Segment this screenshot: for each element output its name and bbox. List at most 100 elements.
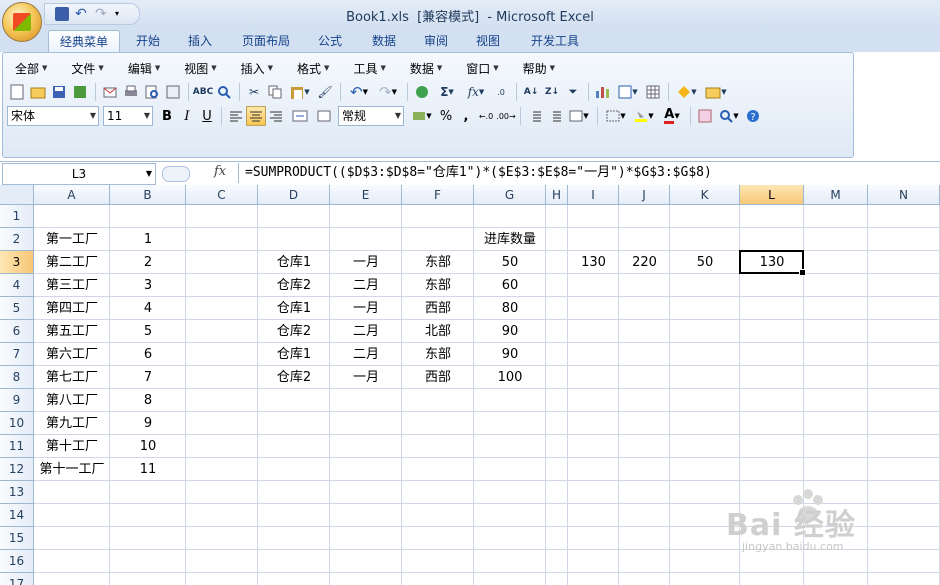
cell-d7[interactable]: 仓库1 <box>258 343 330 366</box>
column-header-j[interactable]: J <box>619 185 670 205</box>
help-icon[interactable]: ? <box>743 106 763 126</box>
cell-b8[interactable]: 7 <box>110 366 186 389</box>
cell-k3[interactable]: 50 <box>670 251 740 274</box>
cell-f7[interactable]: 东部 <box>402 343 474 366</box>
cell-style-icon[interactable]: ▼ <box>565 106 593 126</box>
cell-e3[interactable]: 一月 <box>330 251 402 274</box>
comma-style-icon[interactable]: , <box>456 106 476 126</box>
cell-b3[interactable]: 2 <box>110 251 186 274</box>
tab-classic-menu[interactable]: 经典菜单 <box>48 30 120 53</box>
cell-a12[interactable]: 第十一工厂 <box>34 458 110 481</box>
font-name-select[interactable]: 宋体 ▼ <box>7 106 99 126</box>
cell-a7[interactable]: 第六工厂 <box>34 343 110 366</box>
column-header-k[interactable]: K <box>670 185 740 205</box>
folder-icon[interactable]: ▼ <box>702 82 730 102</box>
column-header-e[interactable]: E <box>330 185 402 205</box>
menu-edit[interactable]: 编辑 ▼ <box>120 59 168 77</box>
cell-d8[interactable]: 仓库2 <box>258 366 330 389</box>
borders-icon[interactable]: ▼ <box>602 106 630 126</box>
font-size-select[interactable]: 11 ▼ <box>103 106 153 126</box>
cell-e4[interactable]: 二月 <box>330 274 402 297</box>
email-icon[interactable] <box>100 82 120 102</box>
bold-button[interactable]: B <box>157 106 177 126</box>
increase-indent-icon[interactable] <box>545 106 565 126</box>
column-header-m[interactable]: M <box>804 185 868 205</box>
decrease-indent-icon[interactable] <box>525 106 545 126</box>
cell-b2[interactable]: 1 <box>110 228 186 251</box>
column-header-g[interactable]: G <box>474 185 546 205</box>
row-header-10[interactable]: 10 <box>0 412 34 435</box>
menu-file[interactable]: 文件 ▼ <box>63 59 111 77</box>
row-header-9[interactable]: 9 <box>0 389 34 412</box>
name-box[interactable]: L3 ▼ <box>2 163 156 185</box>
column-header-n[interactable]: N <box>868 185 940 205</box>
row-header-5[interactable]: 5 <box>0 297 34 320</box>
cell-j3[interactable]: 220 <box>619 251 670 274</box>
column-header-b[interactable]: B <box>110 185 186 205</box>
cell-b10[interactable]: 9 <box>110 412 186 435</box>
insert-function-button[interactable]: fx <box>214 164 226 179</box>
autosum-icon[interactable]: Σ ▼ <box>433 82 461 102</box>
percent-icon[interactable]: % <box>436 106 456 126</box>
cell-f3[interactable]: 东部 <box>402 251 474 274</box>
cell-e8[interactable]: 一月 <box>330 366 402 389</box>
increase-decimal-icon[interactable]: ←.0 <box>476 106 496 126</box>
find-icon[interactable] <box>214 82 234 102</box>
fill-handle[interactable] <box>799 269 806 276</box>
cell-g4[interactable]: 60 <box>474 274 546 297</box>
cell-f8[interactable]: 西部 <box>402 366 474 389</box>
cell-i3[interactable]: 130 <box>568 251 619 274</box>
row-header-3[interactable]: 3 <box>0 251 34 274</box>
column-header-h[interactable]: H <box>546 185 568 205</box>
clipart-icon[interactable] <box>695 106 715 126</box>
cell-b11[interactable]: 10 <box>110 435 186 458</box>
row-header-4[interactable]: 4 <box>0 274 34 297</box>
tab-review[interactable]: 审阅 <box>414 30 458 52</box>
undo-icon[interactable]: ↶ ▼ <box>345 82 373 102</box>
row-header-14[interactable]: 14 <box>0 504 34 527</box>
cell-b6[interactable]: 5 <box>110 320 186 343</box>
cell-f5[interactable]: 西部 <box>402 297 474 320</box>
spelling-icon[interactable]: ABC <box>193 82 213 102</box>
cell-g3[interactable]: 50 <box>474 251 546 274</box>
cell-f4[interactable]: 东部 <box>402 274 474 297</box>
print-preview-icon[interactable] <box>142 82 162 102</box>
sort-descending-icon[interactable]: Z↓ <box>542 82 562 102</box>
tab-insert[interactable]: 插入 <box>178 30 222 52</box>
row-header-8[interactable]: 8 <box>0 366 34 389</box>
fill-color-icon[interactable]: ▼ <box>630 106 658 126</box>
column-header-d[interactable]: D <box>258 185 330 205</box>
underline-button[interactable]: U <box>197 106 217 126</box>
office-button[interactable] <box>2 2 42 42</box>
chart-icon[interactable] <box>593 82 613 102</box>
zoom-icon[interactable]: ▼ <box>715 106 743 126</box>
align-left-icon[interactable] <box>226 106 246 126</box>
select-all-corner[interactable] <box>0 185 34 205</box>
print-icon[interactable] <box>121 82 141 102</box>
cell-b4[interactable]: 3 <box>110 274 186 297</box>
cell-a2[interactable]: 第一工厂 <box>34 228 110 251</box>
row-header-16[interactable]: 16 <box>0 550 34 573</box>
formula-bar-resize-handle[interactable] <box>162 166 190 182</box>
cell-g8[interactable]: 100 <box>474 366 546 389</box>
tab-page-layout[interactable]: 页面布局 <box>232 30 300 52</box>
copy-icon[interactable] <box>265 82 285 102</box>
row-header-13[interactable]: 13 <box>0 481 34 504</box>
menu-all[interactable]: 全部 ▼ <box>7 59 55 77</box>
row-header-11[interactable]: 11 <box>0 435 34 458</box>
tab-developer[interactable]: 开发工具 <box>522 30 588 52</box>
menu-format[interactable]: 格式 ▼ <box>289 59 337 77</box>
number-format-select[interactable]: 常规 ▼ <box>338 106 404 126</box>
cell-a5[interactable]: 第四工厂 <box>34 297 110 320</box>
tab-view[interactable]: 视图 <box>466 30 510 52</box>
cell-g6[interactable]: 90 <box>474 320 546 343</box>
row-header-17[interactable]: 17 <box>0 573 34 585</box>
sort-ascending-icon[interactable]: A↓ <box>521 82 541 102</box>
italic-button[interactable]: I <box>177 106 197 126</box>
cell-g5[interactable]: 80 <box>474 297 546 320</box>
formula-input[interactable]: =SUMPRODUCT(($D$3:$D$8="仓库1")*($E$3:$E$8… <box>238 163 940 183</box>
row-header-7[interactable]: 7 <box>0 343 34 366</box>
decimal-icon[interactable]: .0 <box>491 82 511 102</box>
row-header-2[interactable]: 2 <box>0 228 34 251</box>
align-right-icon[interactable] <box>266 106 286 126</box>
